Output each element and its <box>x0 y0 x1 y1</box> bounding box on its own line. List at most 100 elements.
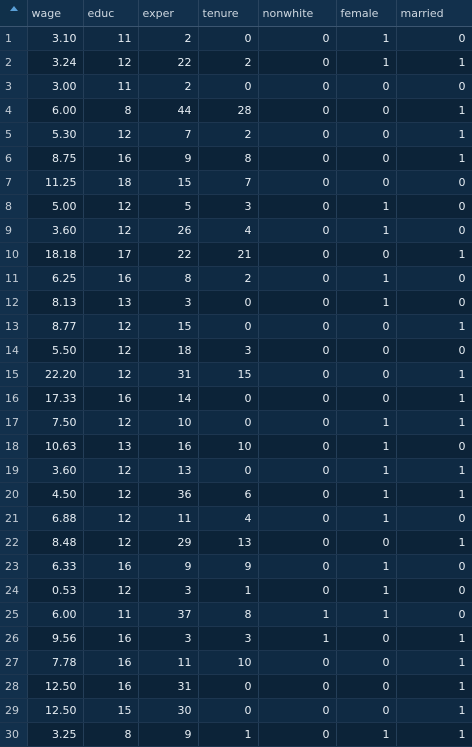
cell-exper[interactable]: 44 <box>138 98 199 123</box>
cell-married[interactable]: 1 <box>396 146 472 171</box>
cell-married[interactable]: 1 <box>396 242 472 267</box>
cell-wage[interactable]: 18.18 <box>27 242 84 267</box>
cell-wage[interactable]: 3.24 <box>27 50 84 75</box>
cell-educ[interactable]: 17 <box>83 242 139 267</box>
cell-tenure[interactable]: 10 <box>198 650 259 675</box>
cell-wage[interactable]: 8.13 <box>27 290 84 315</box>
cell-female[interactable]: 1 <box>336 554 397 579</box>
cell-married[interactable]: 1 <box>396 674 472 699</box>
cell-wage[interactable]: 6.33 <box>27 554 84 579</box>
cell-tenure[interactable]: 0 <box>198 74 259 99</box>
cell-exper[interactable]: 14 <box>138 386 199 411</box>
cell-wage[interactable]: 12.50 <box>27 698 84 723</box>
cell-female[interactable]: 1 <box>336 50 397 75</box>
cell-married[interactable]: 1 <box>396 530 472 555</box>
cell-married[interactable]: 1 <box>396 698 472 723</box>
cell-educ[interactable]: 12 <box>83 458 139 483</box>
cell-female[interactable]: 1 <box>336 434 397 459</box>
cell-tenure[interactable]: 3 <box>198 194 259 219</box>
row-number[interactable]: 10 <box>0 242 28 267</box>
cell-married[interactable]: 0 <box>396 74 472 99</box>
cell-educ[interactable]: 16 <box>83 266 139 291</box>
cell-tenure[interactable]: 0 <box>198 386 259 411</box>
cell-nonwhite[interactable]: 0 <box>258 146 337 171</box>
cell-married[interactable]: 1 <box>396 482 472 507</box>
cell-nonwhite[interactable]: 0 <box>258 290 337 315</box>
cell-nonwhite[interactable]: 0 <box>258 266 337 291</box>
row-number[interactable]: 17 <box>0 410 28 435</box>
cell-exper[interactable]: 30 <box>138 698 199 723</box>
row-number[interactable]: 25 <box>0 602 28 627</box>
cell-tenure[interactable]: 0 <box>198 314 259 339</box>
cell-educ[interactable]: 12 <box>83 530 139 555</box>
row-number[interactable]: 20 <box>0 482 28 507</box>
cell-female[interactable]: 1 <box>336 578 397 603</box>
cell-married[interactable]: 1 <box>396 122 472 147</box>
cell-wage[interactable]: 3.60 <box>27 218 84 243</box>
cell-female[interactable]: 1 <box>336 482 397 507</box>
cell-tenure[interactable]: 15 <box>198 362 259 387</box>
row-number[interactable]: 11 <box>0 266 28 291</box>
cell-exper[interactable]: 5 <box>138 194 199 219</box>
cell-wage[interactable]: 17.33 <box>27 386 84 411</box>
cell-female[interactable]: 1 <box>336 218 397 243</box>
cell-female[interactable]: 0 <box>336 98 397 123</box>
cell-wage[interactable]: 7.78 <box>27 650 84 675</box>
cell-female[interactable]: 0 <box>336 530 397 555</box>
cell-female[interactable]: 0 <box>336 338 397 363</box>
cell-educ[interactable]: 12 <box>83 122 139 147</box>
row-number[interactable]: 15 <box>0 362 28 387</box>
cell-tenure[interactable]: 3 <box>198 338 259 363</box>
cell-nonwhite[interactable]: 0 <box>258 482 337 507</box>
column-header-married[interactable]: married <box>396 0 472 27</box>
cell-wage[interactable]: 8.75 <box>27 146 84 171</box>
row-number[interactable]: 26 <box>0 626 28 651</box>
cell-educ[interactable]: 12 <box>83 410 139 435</box>
row-number[interactable]: 13 <box>0 314 28 339</box>
cell-tenure[interactable]: 0 <box>198 674 259 699</box>
cell-exper[interactable]: 9 <box>138 554 199 579</box>
cell-female[interactable]: 1 <box>336 26 397 51</box>
cell-nonwhite[interactable]: 0 <box>258 314 337 339</box>
row-number[interactable]: 3 <box>0 74 28 99</box>
cell-exper[interactable]: 9 <box>138 146 199 171</box>
cell-married[interactable]: 0 <box>396 266 472 291</box>
cell-female[interactable]: 1 <box>336 194 397 219</box>
cell-married[interactable]: 1 <box>396 50 472 75</box>
cell-exper[interactable]: 31 <box>138 362 199 387</box>
cell-tenure[interactable]: 8 <box>198 146 259 171</box>
row-number[interactable]: 27 <box>0 650 28 675</box>
cell-educ[interactable]: 12 <box>83 194 139 219</box>
cell-nonwhite[interactable]: 0 <box>258 242 337 267</box>
cell-female[interactable]: 0 <box>336 146 397 171</box>
cell-nonwhite[interactable]: 0 <box>258 194 337 219</box>
cell-wage[interactable]: 6.88 <box>27 506 84 531</box>
cell-wage[interactable]: 8.77 <box>27 314 84 339</box>
cell-married[interactable]: 1 <box>396 458 472 483</box>
cell-wage[interactable]: 11.25 <box>27 170 84 195</box>
cell-tenure[interactable]: 2 <box>198 50 259 75</box>
cell-female[interactable]: 0 <box>336 122 397 147</box>
cell-nonwhite[interactable]: 0 <box>258 386 337 411</box>
cell-tenure[interactable]: 4 <box>198 506 259 531</box>
row-number[interactable]: 16 <box>0 386 28 411</box>
cell-female[interactable]: 1 <box>336 602 397 627</box>
row-number[interactable]: 23 <box>0 554 28 579</box>
cell-educ[interactable]: 11 <box>83 74 139 99</box>
cell-educ[interactable]: 13 <box>83 434 139 459</box>
cell-exper[interactable]: 22 <box>138 50 199 75</box>
row-number[interactable]: 9 <box>0 218 28 243</box>
cell-female[interactable]: 0 <box>336 242 397 267</box>
cell-wage[interactable]: 4.50 <box>27 482 84 507</box>
cell-exper[interactable]: 3 <box>138 626 199 651</box>
cell-female[interactable]: 0 <box>336 74 397 99</box>
cell-exper[interactable]: 10 <box>138 410 199 435</box>
cell-married[interactable]: 1 <box>396 98 472 123</box>
cell-wage[interactable]: 9.56 <box>27 626 84 651</box>
cell-educ[interactable]: 16 <box>83 386 139 411</box>
column-header-educ[interactable]: educ <box>83 0 139 27</box>
cell-nonwhite[interactable]: 0 <box>258 554 337 579</box>
cell-exper[interactable]: 2 <box>138 26 199 51</box>
cell-wage[interactable]: 3.60 <box>27 458 84 483</box>
row-number[interactable]: 29 <box>0 698 28 723</box>
